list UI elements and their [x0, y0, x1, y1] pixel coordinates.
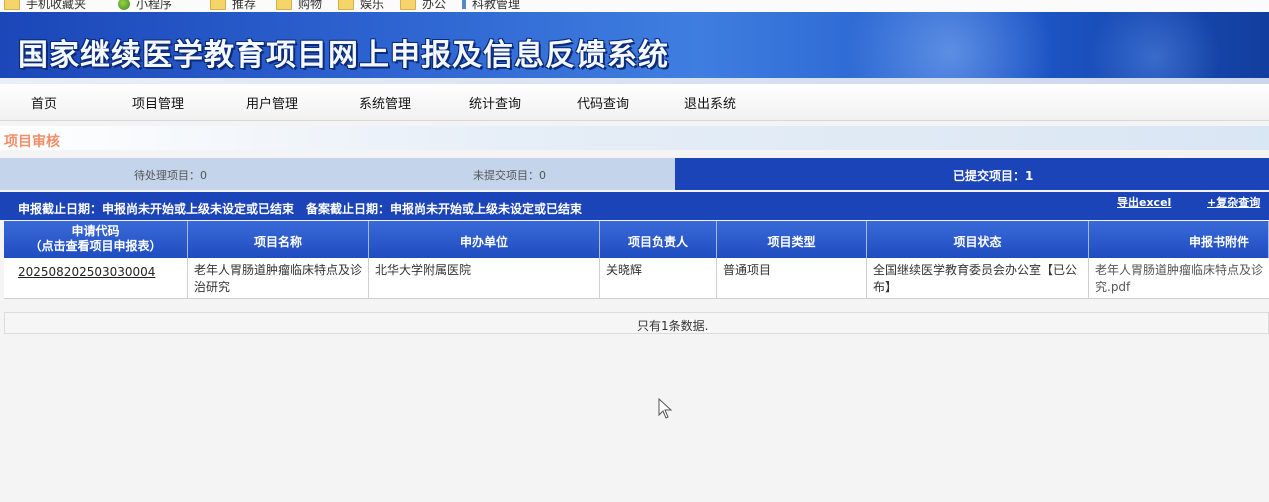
column-header-leader[interactable]: 项目负责人	[600, 221, 717, 258]
nav-statistics-query[interactable]: 统计查询	[469, 93, 521, 112]
nav-project-management[interactable]: 项目管理	[132, 93, 184, 112]
bookmark-shopping[interactable]: 购物	[276, 0, 322, 12]
app-icon	[118, 0, 130, 10]
bookmark-mobile-favorites[interactable]: 手机收藏夹	[4, 0, 86, 12]
nav-home[interactable]: 首页	[31, 93, 57, 112]
folder-icon	[400, 0, 416, 10]
site-title: 国家继续医学教育项目网上申报及信息反馈系统	[18, 38, 669, 73]
section-header: 项目审核	[0, 126, 1269, 150]
banner-decoration	[820, 12, 1080, 84]
folder-icon	[276, 0, 292, 10]
project-leader-cell: 关晓辉	[600, 258, 717, 298]
project-type-cell: 普通项目	[717, 258, 867, 298]
column-header-org[interactable]: 申办单位	[369, 221, 600, 258]
folder-icon	[210, 0, 226, 10]
folder-icon	[4, 0, 20, 10]
bookmark-mini-program[interactable]: 小程序	[118, 0, 172, 12]
nav-user-management[interactable]: 用户管理	[246, 93, 298, 112]
project-stats: 待处理项目：0 未提交项目：0 已提交项目：1	[0, 158, 1269, 190]
bookmark-science-education[interactable]: 科教管理	[462, 0, 520, 12]
project-org-cell: 北华大学附属医院	[369, 258, 600, 298]
column-header-attachment[interactable]: 申报书附件	[1089, 221, 1269, 258]
project-code-link[interactable]: 202508202503030004	[4, 258, 188, 298]
nav-code-query[interactable]: 代码查询	[577, 93, 629, 112]
stat-submitted-tab[interactable]: 已提交项目：1	[675, 158, 1269, 190]
bookmark-recommend[interactable]: 推荐	[210, 0, 256, 12]
project-name-cell: 老年人胃肠道肿瘤临床特点及诊治研究	[188, 258, 369, 298]
folder-icon	[338, 0, 354, 10]
bookmarks-bar: 手机收藏夹 小程序 推荐 购物 娱乐 办公 科教管理	[0, 0, 1269, 12]
nav-system-management[interactable]: 系统管理	[359, 93, 411, 112]
deadline-bar: 申报截止日期：申报尚未开始或上级未设定或已结束 备案截止日期：申报尚未开始或上级…	[0, 192, 1269, 220]
project-status-cell: 全国继续医学教育委员会办公室【已公布】	[867, 258, 1089, 298]
site-banner: 国家继续医学教育项目网上申报及信息反馈系统	[0, 12, 1269, 84]
main-nav: 首页 项目管理 用户管理 系统管理 统计查询 代码查询 退出系统	[0, 84, 1269, 121]
record-count: 只有1条数据.	[637, 319, 709, 333]
stat-submitted-label: 已提交项目：1	[953, 169, 1034, 183]
export-excel-link[interactable]: 导出excel	[1117, 194, 1171, 210]
table-header: 申请代码 （点击查看项目申报表） 项目名称 申办单位 项目负责人 项目类型 项目…	[4, 221, 1269, 258]
mouse-cursor-icon	[658, 398, 673, 419]
banner-decoration	[1080, 12, 1230, 84]
bookmark-entertainment[interactable]: 娱乐	[338, 0, 384, 12]
nav-logout[interactable]: 退出系统	[684, 93, 736, 112]
column-header-code[interactable]: 申请代码 （点击查看项目申报表）	[4, 221, 188, 258]
stat-unsubmitted-label: 未提交项目：0	[473, 169, 546, 182]
complex-query-link[interactable]: +复杂查询	[1207, 194, 1260, 210]
bookmark-office[interactable]: 办公	[400, 0, 446, 12]
column-header-name[interactable]: 项目名称	[188, 221, 369, 258]
stat-pending-tab[interactable]: 待处理项目：0	[0, 158, 330, 190]
column-header-status[interactable]: 项目状态	[867, 221, 1089, 258]
page-icon	[462, 0, 466, 9]
stat-unsubmitted-tab[interactable]: 未提交项目：0	[330, 158, 675, 190]
stat-pending-label: 待处理项目：0	[134, 169, 207, 182]
section-title: 项目审核	[4, 134, 60, 150]
deadline-text: 申报截止日期：申报尚未开始或上级未设定或已结束 备案截止日期：申报尚未开始或上级…	[18, 202, 583, 216]
table-row: 202508202503030004 老年人胃肠道肿瘤临床特点及诊治研究 北华大…	[4, 258, 1269, 299]
table-footer: 只有1条数据.	[4, 312, 1269, 334]
column-header-type[interactable]: 项目类型	[717, 221, 867, 258]
project-attachment-link[interactable]: 老年人胃肠道肿瘤临床特点及诊究.pdf	[1089, 258, 1269, 298]
